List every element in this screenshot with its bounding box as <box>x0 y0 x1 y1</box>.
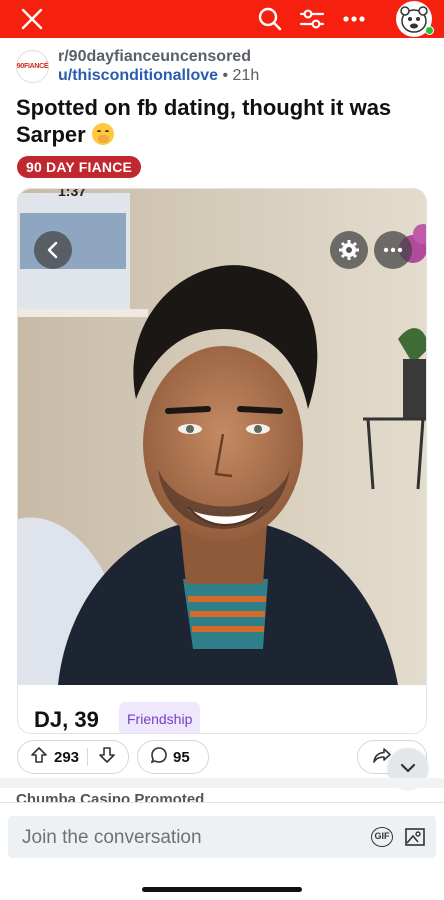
post-age: 21h <box>232 67 260 84</box>
post-image-card[interactable]: 1:37 DJ, 39 Friendship <box>17 188 427 734</box>
vote-divider <box>87 748 89 766</box>
gif-icon[interactable]: GIF <box>371 827 393 847</box>
post-title-text: Spotted on fb dating, thought it was Sar… <box>16 95 392 147</box>
post-title[interactable]: Spotted on fb dating, thought it was Sar… <box>16 94 416 148</box>
comment-input[interactable]: Join the conversation GIF <box>8 816 436 858</box>
comment-count: 95 <box>173 748 190 766</box>
comment-icon <box>150 746 168 769</box>
more-icon[interactable] <box>340 5 368 33</box>
comments-button[interactable]: 95 <box>137 740 209 774</box>
screenshot-status-time: 1:37 <box>58 188 87 199</box>
post-flair[interactable]: 90 DAY FIANCE <box>17 156 142 178</box>
search-icon[interactable] <box>256 5 284 33</box>
chevron-down-icon <box>400 763 416 773</box>
filter-icon[interactable] <box>298 5 326 33</box>
comment-composer: Join the conversation GIF <box>0 802 444 900</box>
home-indicator <box>142 887 302 892</box>
back-arrow-icon <box>34 231 72 269</box>
gear-icon <box>330 231 368 269</box>
close-icon[interactable] <box>18 5 46 33</box>
image-icon[interactable] <box>404 826 426 853</box>
author-line: u/thisconditionallove • 21h <box>58 67 259 85</box>
author-link[interactable]: u/thisconditionallove <box>58 67 218 84</box>
downvote-icon[interactable] <box>98 746 116 769</box>
post-photo <box>18 189 426 685</box>
upvote-count: 293 <box>54 748 80 766</box>
subreddit-name[interactable]: r/90dayfianceuncensored <box>58 48 251 66</box>
comment-input-placeholder: Join the conversation <box>22 827 202 848</box>
post-actions: 293 95 <box>17 740 427 774</box>
profile-name: DJ, 39 <box>34 707 99 732</box>
subreddit-icon[interactable]: 90FIANCÉ <box>16 50 49 83</box>
separator: • <box>218 67 233 84</box>
online-status-dot <box>425 26 434 35</box>
more-icon <box>374 231 412 269</box>
smiling-emoji-icon <box>91 123 114 145</box>
upvote-icon[interactable] <box>30 746 48 769</box>
profile-tag: Friendship <box>119 702 201 733</box>
subreddit-icon-text: 90FIANCÉ <box>16 63 49 70</box>
feed-divider <box>0 778 444 788</box>
top-bar <box>0 0 444 38</box>
vote-control: 293 <box>17 740 129 774</box>
